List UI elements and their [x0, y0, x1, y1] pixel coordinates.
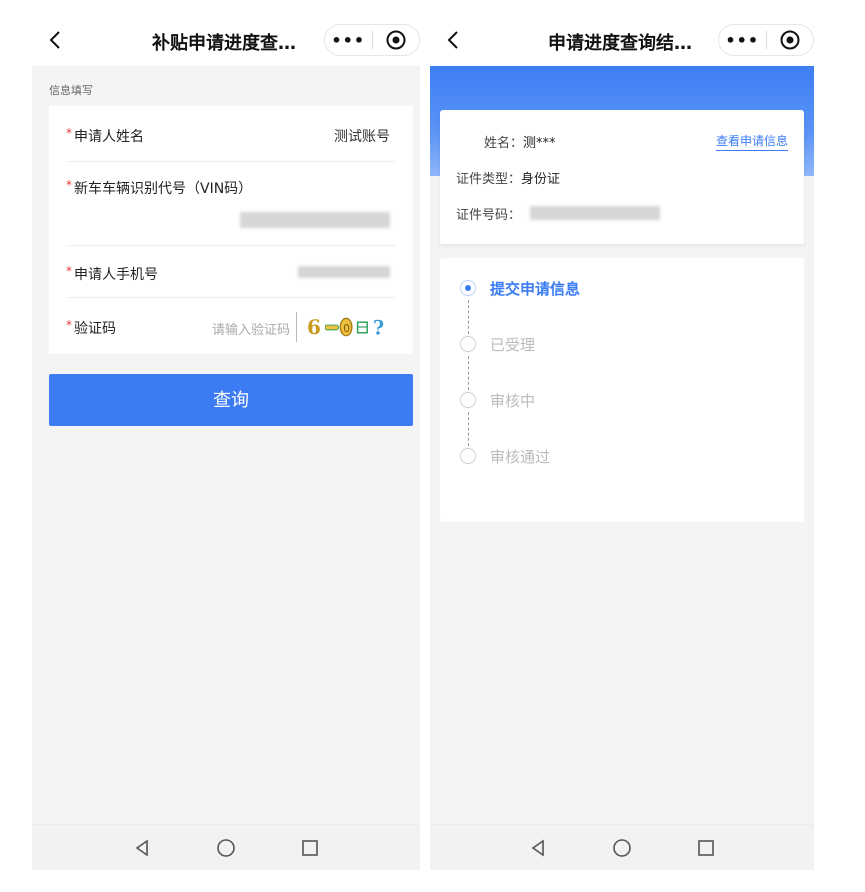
more-button[interactable]: •••	[719, 31, 766, 50]
phone-value-redacted	[298, 266, 390, 278]
step-label: 提交申请信息	[490, 279, 581, 298]
name-info: 姓名：测***	[484, 132, 556, 151]
required-mark: *	[66, 178, 72, 192]
svg-text:0: 0	[343, 323, 350, 335]
nav-home-icon[interactable]	[610, 836, 634, 860]
captcha-label: 验证码	[74, 321, 116, 337]
target-icon	[780, 30, 800, 50]
step-connector	[468, 300, 469, 334]
step-label: 审核通过	[490, 447, 551, 466]
captcha-input[interactable]: 请输入验证码	[212, 319, 290, 338]
captcha-glyphs-icon: 0 ?	[324, 317, 384, 339]
captcha-row: * 验证码 请输入验证码 6 0 ?	[66, 298, 396, 354]
id-type-info: 证件类型：身份证	[456, 168, 560, 187]
nav-recents-icon[interactable]	[694, 836, 718, 860]
system-nav-bar	[32, 824, 420, 870]
applicant-info-card: 姓名：测*** 查看申请信息 证件类型：身份证 证件号码：	[440, 110, 804, 244]
nav-home-icon[interactable]	[214, 836, 238, 860]
applicant-name-value: 测试账号	[334, 129, 390, 145]
system-nav-bar	[430, 824, 814, 870]
captcha-divider	[296, 312, 297, 342]
step-connector	[468, 412, 469, 446]
step-reviewing: 审核中	[460, 390, 535, 410]
vin-value-redacted	[240, 212, 390, 228]
section-label: 信息填写	[49, 84, 93, 97]
step-dot	[460, 336, 476, 352]
name-label: 姓名：	[484, 136, 524, 151]
nav-back-icon[interactable]	[130, 836, 154, 860]
step-dot-active	[460, 280, 476, 296]
target-icon	[386, 30, 406, 50]
step-accepted: 已受理	[460, 334, 535, 354]
required-mark: *	[66, 126, 72, 140]
nav-recents-icon[interactable]	[298, 836, 322, 860]
right-screen: 申请进度查询结… ••• 姓名：测*** 查看申请信息 证件类型：身份证 证件号…	[430, 14, 814, 870]
captcha-char: 6	[306, 315, 321, 339]
name-value: 测***	[523, 136, 556, 151]
step-connector	[468, 356, 469, 390]
step-submit: 提交申请信息	[460, 278, 580, 298]
nav-back-icon[interactable]	[526, 836, 550, 860]
phone-label: 申请人手机号	[74, 267, 158, 283]
more-button[interactable]: •••	[325, 31, 372, 50]
id-number-info: 证件号码：	[456, 204, 521, 223]
required-mark: *	[66, 318, 72, 332]
phone-row[interactable]: * 申请人手机号	[66, 246, 396, 298]
id-number-redacted	[530, 206, 660, 220]
step-label: 审核中	[490, 391, 536, 410]
step-dot	[460, 448, 476, 464]
title-bar: 补贴申请进度查… •••	[32, 14, 420, 66]
progress-steps-card: 提交申请信息 已受理 审核中 审核通过	[440, 258, 804, 522]
captcha-image[interactable]: 6 0 ?	[296, 312, 392, 342]
left-screen: 补贴申请进度查… ••• 信息填写 * 申请人姓名 测试账号 * 新车车辆识别代号（…	[32, 14, 420, 870]
vin-row[interactable]: * 新车车辆识别代号（VIN码）	[66, 162, 396, 246]
applicant-name-label: 申请人姓名	[74, 129, 144, 145]
query-button[interactable]: 查询	[49, 374, 413, 426]
id-number-label: 证件号码：	[456, 208, 522, 223]
id-type-label: 证件类型：	[456, 172, 522, 187]
form-card: * 申请人姓名 测试账号 * 新车车辆识别代号（VIN码） * 申请人手机号 * 验证码…	[49, 106, 413, 354]
step-approved: 审核通过	[460, 446, 550, 466]
mini-program-capsule: •••	[324, 24, 420, 56]
title-bar: 申请进度查询结… •••	[430, 14, 814, 66]
name-row[interactable]: * 申请人姓名 测试账号	[66, 106, 396, 162]
svg-text:?: ?	[373, 317, 384, 339]
view-application-link[interactable]: 查看申请信息	[715, 132, 788, 151]
step-dot	[460, 392, 476, 408]
mini-program-capsule: •••	[718, 24, 814, 56]
required-mark: *	[66, 264, 72, 278]
close-button[interactable]	[372, 29, 419, 51]
id-type-value: 身份证	[521, 172, 561, 187]
step-label: 已受理	[490, 335, 536, 354]
vin-label: 新车车辆识别代号（VIN码）	[74, 181, 253, 197]
close-button[interactable]	[766, 29, 813, 51]
